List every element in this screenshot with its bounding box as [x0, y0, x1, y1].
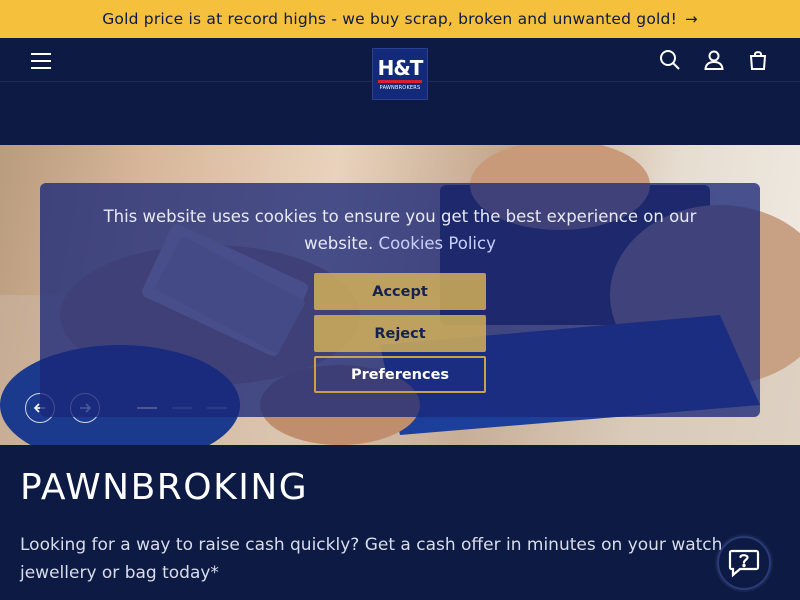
arrow-right-icon: →	[684, 10, 698, 28]
announcement-bar[interactable]: Gold price is at record highs - we buy s…	[0, 0, 800, 38]
chat-help-icon	[728, 549, 760, 578]
site-header: H&T PAWNBROKERS	[0, 38, 800, 100]
intro-text: Looking for a way to raise cash quickly?…	[20, 535, 728, 583]
logo-bar	[378, 79, 422, 83]
cookie-preferences-button[interactable]: Preferences	[314, 356, 486, 393]
search-icon[interactable]	[658, 48, 682, 72]
site-logo[interactable]: H&T PAWNBROKERS	[372, 48, 428, 100]
announcement-text: Gold price is at record highs - we buy s…	[102, 10, 677, 28]
reject-cookies-button[interactable]: Reject	[314, 315, 486, 352]
chat-button[interactable]	[717, 536, 771, 590]
logo-subtitle: PAWNBROKERS	[379, 84, 421, 91]
logo-mark: H&T	[377, 55, 424, 80]
cookie-banner: This website uses cookies to ensure you …	[40, 183, 760, 417]
menu-icon[interactable]	[28, 50, 56, 72]
cart-icon[interactable]	[746, 48, 770, 72]
cookies-policy-link[interactable]: Cookies Policy	[379, 234, 496, 253]
account-icon[interactable]	[702, 48, 726, 72]
cookie-message: This website uses cookies to ensure you …	[100, 203, 700, 257]
page-title: PAWNBROKING	[20, 467, 309, 508]
accept-cookies-button[interactable]: Accept	[314, 273, 486, 310]
